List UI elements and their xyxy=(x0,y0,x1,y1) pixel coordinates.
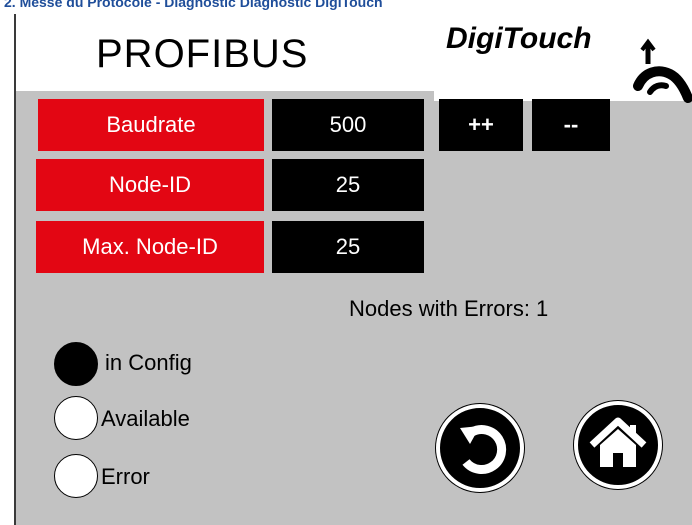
max-node-id-value[interactable]: 25 xyxy=(272,221,424,273)
legend-label-error: Error xyxy=(101,464,150,489)
node-id-value[interactable]: 25 xyxy=(272,159,424,211)
rotate-back-icon xyxy=(460,425,507,475)
in-config-indicator xyxy=(54,342,98,386)
error-indicator xyxy=(54,454,98,498)
document-header: 2. Messe du Protocole - Diagnostic Diagn… xyxy=(0,0,692,14)
decrement-button[interactable]: -- xyxy=(532,99,610,151)
profibus-panel: PROFIBUS DigiTouch Baudrate 500 ++ -- No… xyxy=(14,14,692,525)
baudrate-value[interactable]: 500 xyxy=(272,99,424,151)
available-indicator xyxy=(54,396,98,440)
logo-text: DigiTouch xyxy=(446,22,592,55)
legend-label-available: Available xyxy=(101,406,190,431)
back-button[interactable] xyxy=(436,404,524,492)
digitouch-logo: DigiTouch xyxy=(442,20,692,110)
nodes-with-errors-text: Nodes with Errors: 1 xyxy=(349,296,549,321)
home-button[interactable] xyxy=(574,401,662,489)
page-title: PROFIBUS xyxy=(96,32,309,76)
legend-label-in-config: in Config xyxy=(105,350,192,375)
baudrate-label: Baudrate xyxy=(38,99,264,151)
logo-hand-icon xyxy=(633,38,692,103)
node-id-label: Node-ID xyxy=(36,159,264,211)
document-header-text: 2. Messe du Protocole - Diagnostic Diagn… xyxy=(4,0,383,10)
increment-button[interactable]: ++ xyxy=(439,99,523,151)
home-icon xyxy=(589,417,647,467)
max-node-id-label: Max. Node-ID xyxy=(36,221,264,273)
